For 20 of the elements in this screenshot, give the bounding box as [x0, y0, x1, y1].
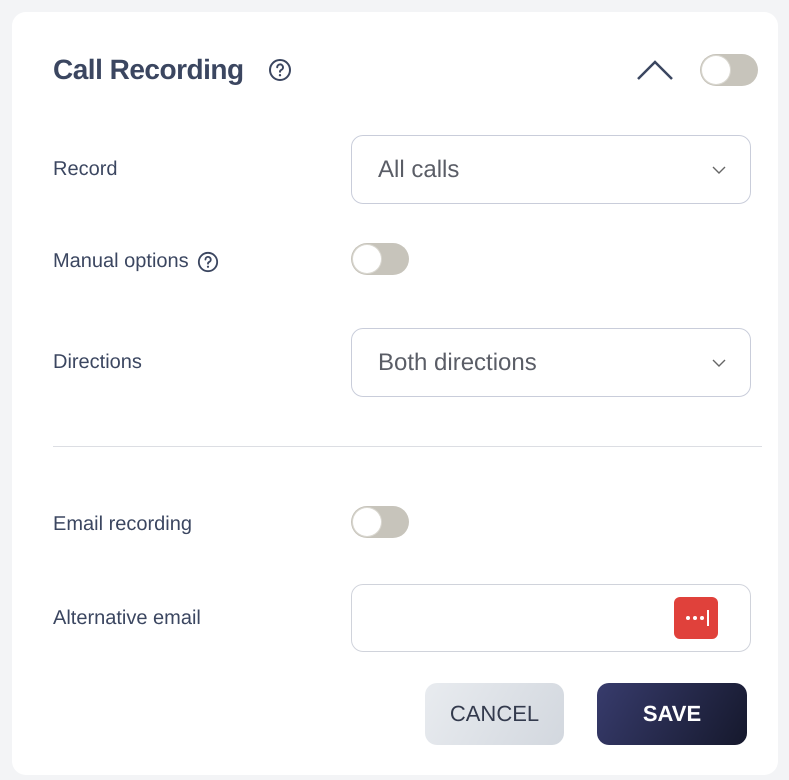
toggle-switch[interactable]	[700, 54, 758, 86]
field-label: Email recording	[53, 513, 192, 536]
panel-title: Call Recording	[53, 54, 244, 86]
toggle-switch[interactable]	[351, 243, 409, 275]
help-icon[interactable]	[268, 58, 292, 82]
dropdown[interactable]: All calls	[351, 135, 751, 204]
help-icon[interactable]	[196, 250, 219, 272]
chevron-down-icon	[712, 358, 726, 366]
toggle-switch[interactable]	[351, 506, 409, 538]
cancel-button[interactable]: CANCEL	[425, 683, 564, 745]
chevron-down-icon	[712, 166, 726, 174]
field-label: Record	[53, 158, 118, 181]
field-label: Manual options	[53, 250, 189, 273]
field-label: Alternative email	[53, 606, 201, 630]
dropdown[interactable]: Both directions	[351, 328, 751, 397]
password-manager-icon[interactable]	[674, 597, 718, 639]
input-field[interactable]	[351, 584, 751, 652]
save-button[interactable]: SAVE	[597, 683, 747, 745]
field-label: Directions	[53, 351, 142, 374]
chevron-up-icon[interactable]	[636, 59, 674, 81]
